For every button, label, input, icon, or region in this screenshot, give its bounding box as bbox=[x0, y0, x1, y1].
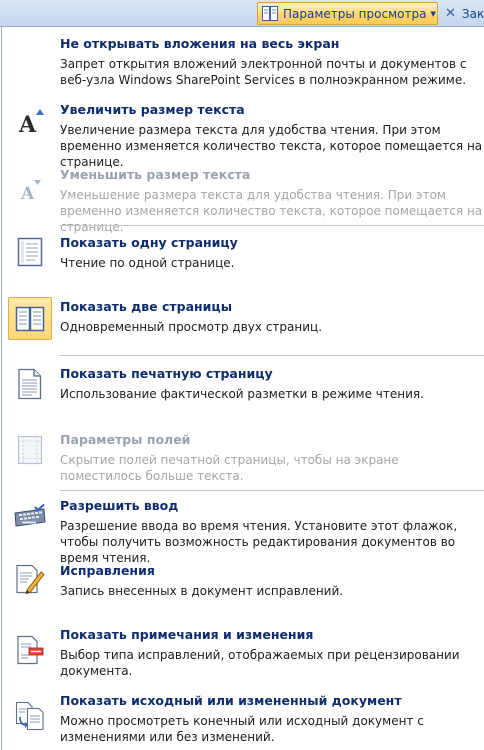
print-page-icon bbox=[8, 364, 52, 404]
ribbon-bar: Параметры просмотра ▼ ✕ Зак bbox=[0, 0, 484, 27]
menu-item-desc: Разрешение ввода во время чтения. Устано… bbox=[60, 519, 458, 565]
menu-item-desc: Уменьшение размера текста для удобства ч… bbox=[60, 188, 483, 234]
track-changes-icon bbox=[8, 559, 52, 599]
two-pages-icon bbox=[8, 297, 52, 340]
margins-icon bbox=[8, 430, 52, 470]
menu-item-desc: Одновременный просмотр двух страниц. bbox=[60, 320, 323, 334]
increase-text-icon: A bbox=[8, 102, 52, 142]
menu-item-title: Показать печатную страницу bbox=[60, 366, 273, 381]
menu-item-title: Показать исходный или измененный докумен… bbox=[60, 693, 402, 708]
menu-item-title: Увеличить размер текста bbox=[60, 102, 245, 117]
svg-text:A: A bbox=[20, 184, 35, 202]
view-options-button[interactable]: Параметры просмотра ▼ bbox=[257, 2, 438, 25]
menu-item-title: Разрешить ввод bbox=[60, 498, 179, 513]
menu-item-title: Исправления bbox=[60, 563, 155, 578]
keyboard-icon bbox=[8, 496, 52, 536]
menu-item-title: Уменьшить размер текста bbox=[60, 167, 251, 182]
menu-item-title: Не открывать вложения на весь экран bbox=[60, 36, 340, 51]
menu-item-title: Показать одну страницу bbox=[60, 235, 238, 250]
close-icon: ✕ bbox=[445, 6, 456, 21]
menu-item-desc: Использование фактической разметки в реж… bbox=[60, 387, 424, 401]
close-label: Зак bbox=[461, 6, 484, 21]
svg-text:A: A bbox=[18, 112, 37, 136]
one-page-icon bbox=[8, 232, 52, 272]
menu-item-desc: Чтение по одной странице. bbox=[60, 256, 235, 270]
chevron-down-icon: ▼ bbox=[430, 9, 436, 18]
decrease-text-icon: A bbox=[8, 169, 52, 209]
original-final-icon bbox=[8, 696, 52, 736]
menu-item-desc: Скрытие полей печатной страницы, чтобы н… bbox=[60, 453, 399, 483]
menu-item-desc: Выбор типа исправлений, отображаемых при… bbox=[60, 648, 460, 678]
show-markup-icon bbox=[8, 630, 52, 670]
menu-item-title: Показать примечания и изменения bbox=[60, 627, 314, 642]
menu-item-desc: Можно просмотреть конечный или исходный … bbox=[60, 714, 424, 744]
menu-separator bbox=[60, 490, 484, 491]
close-button[interactable]: ✕ Зак bbox=[441, 2, 484, 25]
menu-item-desc: Запись внесенных в документ исправлений. bbox=[60, 584, 344, 598]
menu-item-desc: Увеличение размера текста для удобства ч… bbox=[60, 123, 483, 169]
menu-item-desc: Запрет открытия вложений электронной поч… bbox=[60, 57, 467, 87]
view-options-menu: Не открывать вложения на весь экран Запр… bbox=[1, 27, 484, 750]
menu-separator bbox=[60, 225, 484, 226]
view-options-label: Параметры просмотра bbox=[283, 6, 427, 21]
menu-separator bbox=[60, 355, 484, 356]
view-options-icon bbox=[262, 6, 278, 21]
menu-item-title: Параметры полей bbox=[60, 432, 191, 447]
menu-item-title: Показать две страницы bbox=[60, 299, 233, 314]
